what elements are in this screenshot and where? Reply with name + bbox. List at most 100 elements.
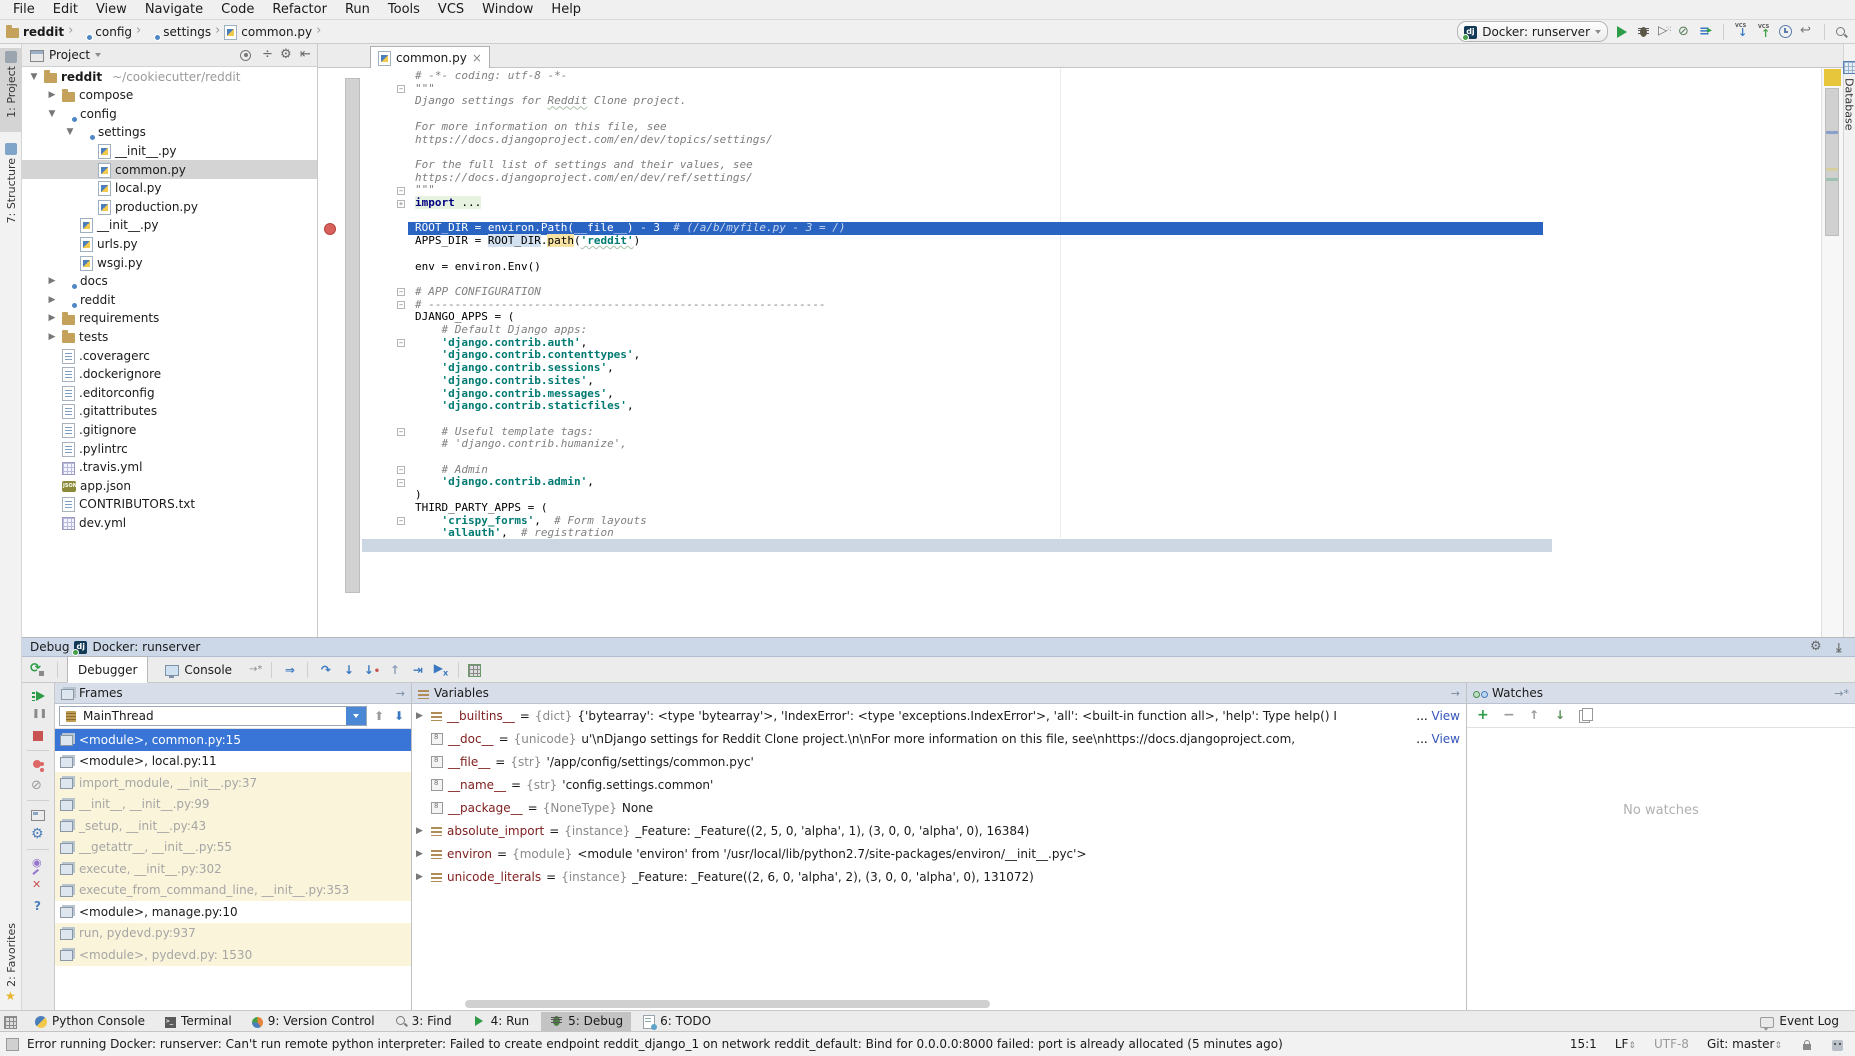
resume-button[interactable] (36, 691, 45, 701)
code-editor[interactable]: # -*- coding: utf-8 -*-−"""Django settin… (318, 68, 1843, 637)
run-button[interactable] (1617, 26, 1627, 38)
toolwindow-button-3-find[interactable]: 3: Find (387, 1012, 460, 1031)
fold-marker-icon[interactable]: − (397, 428, 405, 436)
pause-button[interactable] (31, 708, 45, 722)
git-branch-widget[interactable]: Git: master⇕ (1707, 1037, 1782, 1051)
sidebar-tab-favorites[interactable]: 2: Favorites (0, 920, 22, 1012)
thread-combo-dropdown[interactable] (346, 707, 366, 725)
toolwindow-button-python-console[interactable]: Python Console (27, 1012, 153, 1031)
sidebar-tab-structure[interactable]: 7: Structure (0, 140, 22, 232)
status-message[interactable]: Error running Docker: runserver: Can't r… (27, 1037, 1283, 1051)
readonly-lock-icon[interactable] (1803, 1044, 1811, 1050)
pane-options-icon[interactable]: → (396, 687, 405, 700)
profiler-button[interactable] (1678, 25, 1692, 39)
code-line[interactable]: +import ... (318, 197, 1843, 210)
tree-item-config[interactable]: ▼config (22, 104, 317, 123)
toolwindow-button-4-run[interactable]: 4: Run (464, 1012, 538, 1031)
tree-arrow-collapsed-icon[interactable]: ▶ (46, 332, 58, 342)
frame-row[interactable]: <module>, local.py:11 (55, 751, 411, 773)
undo-button[interactable] (1800, 25, 1814, 39)
breakpoint-icon[interactable] (324, 223, 336, 235)
editor-tab-common-py[interactable]: common.py × (370, 46, 490, 68)
fold-marker-icon[interactable]: − (397, 301, 405, 309)
tree-item-common-py[interactable]: common.py (22, 160, 317, 179)
tree-item-settings[interactable]: ▼settings (22, 123, 317, 142)
tree-arrow-collapsed-icon[interactable]: ▶ (46, 90, 58, 100)
remove-watch-button[interactable] (1501, 709, 1515, 723)
tree-arrow-expanded-icon[interactable]: ▼ (28, 72, 40, 82)
hide-debug-panel-button[interactable] (1833, 640, 1847, 654)
show-execution-point-button[interactable]: ⇒ (281, 663, 298, 677)
caret-position-widget[interactable]: 15:1 (1570, 1037, 1597, 1051)
breadcrumb-item-settings[interactable]: settings (145, 25, 211, 39)
view-link[interactable]: View (1432, 709, 1460, 723)
menu-item-window[interactable]: Window (473, 2, 542, 17)
menu-item-edit[interactable]: Edit (44, 2, 87, 17)
fold-marker-icon[interactable]: + (397, 200, 405, 208)
close-tab-icon[interactable]: × (472, 51, 482, 65)
frame-row[interactable]: execute_from_command_line, __init__.py:3… (55, 880, 411, 902)
recent-history-button[interactable] (1779, 25, 1792, 38)
code-line[interactable]: Django settings for Reddit Clone project… (318, 95, 1843, 108)
tree-item-production-py[interactable]: production.py (22, 197, 317, 216)
tree-item-compose[interactable]: ▶compose (22, 86, 317, 105)
tab-console[interactable]: Console (154, 656, 243, 683)
variables-horizontal-scrollbar[interactable] (465, 1000, 990, 1008)
frame-row[interactable]: <module>, pydevd.py: 1530 (55, 944, 411, 966)
run-configuration-select[interactable]: Docker: runserver (1457, 21, 1608, 42)
hide-panel-button[interactable] (299, 48, 313, 62)
previous-frame-button[interactable]: ⬆ (371, 708, 387, 724)
fold-marker-icon[interactable]: − (397, 517, 405, 525)
code-line[interactable]: 'django.contrib.staticfiles', (318, 400, 1843, 413)
tree-item--gitignore[interactable]: .gitignore (22, 420, 317, 439)
frame-row[interactable]: _setup, __init__.py:43 (55, 815, 411, 837)
search-everywhere-button[interactable] (1835, 26, 1847, 38)
code-line[interactable]: https://docs.djangoproject.com/en/dev/re… (318, 172, 1843, 185)
tree-item-CONTRIBUTORS-txt[interactable]: CONTRIBUTORS.txt (22, 495, 317, 514)
code-line[interactable] (318, 273, 1843, 286)
toolwindow-button-terminal[interactable]: Terminal (157, 1012, 240, 1031)
expand-arrow-icon[interactable]: ▶ (416, 872, 426, 882)
menu-item-navigate[interactable]: Navigate (136, 2, 212, 17)
menu-item-tools[interactable]: Tools (379, 2, 429, 17)
variable-row-unicode_literals[interactable]: ▶unicode_literals={instance}_Feature: _F… (412, 865, 1466, 888)
fold-marker-icon[interactable]: − (397, 288, 405, 296)
tree-item-dev-yml[interactable]: dev.yml (22, 513, 317, 532)
rerun-button[interactable] (30, 663, 44, 677)
toolwindow-button-5-debug[interactable]: 5: Debug (541, 1012, 631, 1031)
tree-arrow-expanded-icon[interactable]: ▼ (46, 109, 58, 119)
tree-item-reddit[interactable]: ▼reddit~/cookiecutter/reddit (22, 67, 317, 86)
mute-breakpoints-button[interactable] (31, 779, 45, 793)
step-into-button[interactable]: ↓ (340, 663, 357, 677)
frame-row[interactable]: __getattr__, __init__.py:55 (55, 837, 411, 859)
menu-item-file[interactable]: File (4, 2, 44, 17)
code-line[interactable]: − 'django.contrib.admin', (318, 476, 1843, 489)
view-link[interactable]: View (1432, 732, 1460, 746)
tree-item-tests[interactable]: ▶tests (22, 327, 317, 346)
thread-combo[interactable]: MainThread (59, 706, 367, 726)
breadcrumb-item-common-py[interactable]: common.py (224, 24, 312, 40)
variable-row-absolute_import[interactable]: ▶absolute_import={instance}_Feature: _Fe… (412, 819, 1466, 842)
menu-item-vcs[interactable]: VCS (429, 2, 473, 17)
tree-arrow-collapsed-icon[interactable]: ▶ (46, 295, 58, 305)
run-to-cursor-button[interactable]: ⇥ (409, 663, 426, 677)
debug-button[interactable] (1636, 25, 1650, 39)
tree-item--coveragerc[interactable]: .coveragerc (22, 346, 317, 365)
menu-item-run[interactable]: Run (336, 2, 379, 17)
sidebar-tab-database[interactable]: Database (1843, 60, 1855, 170)
frame-row[interactable]: run, pydevd.py:937 (55, 923, 411, 945)
tree-item-__init__-py[interactable]: __init__.py (22, 141, 317, 160)
evaluate-expression-button[interactable]: ▶x (432, 661, 449, 677)
menu-item-view[interactable]: View (87, 2, 136, 17)
add-watch-button[interactable] (1475, 709, 1489, 723)
code-line[interactable]: # 'django.contrib.humanize', (318, 438, 1843, 451)
collapse-all-button[interactable] (259, 48, 273, 62)
fold-marker-icon[interactable]: − (397, 466, 405, 474)
frame-row[interactable]: execute, __init__.py:302 (55, 858, 411, 880)
code-line[interactable]: 'allauth', # registration (318, 527, 1843, 540)
run-with-params-button[interactable] (1699, 25, 1713, 39)
view-as-table-button[interactable] (468, 664, 481, 677)
toolwindow-button-6-todo[interactable]: 6: TODO (635, 1012, 719, 1031)
vcs-update-button[interactable] (1734, 24, 1750, 39)
stop-button[interactable] (33, 731, 43, 741)
